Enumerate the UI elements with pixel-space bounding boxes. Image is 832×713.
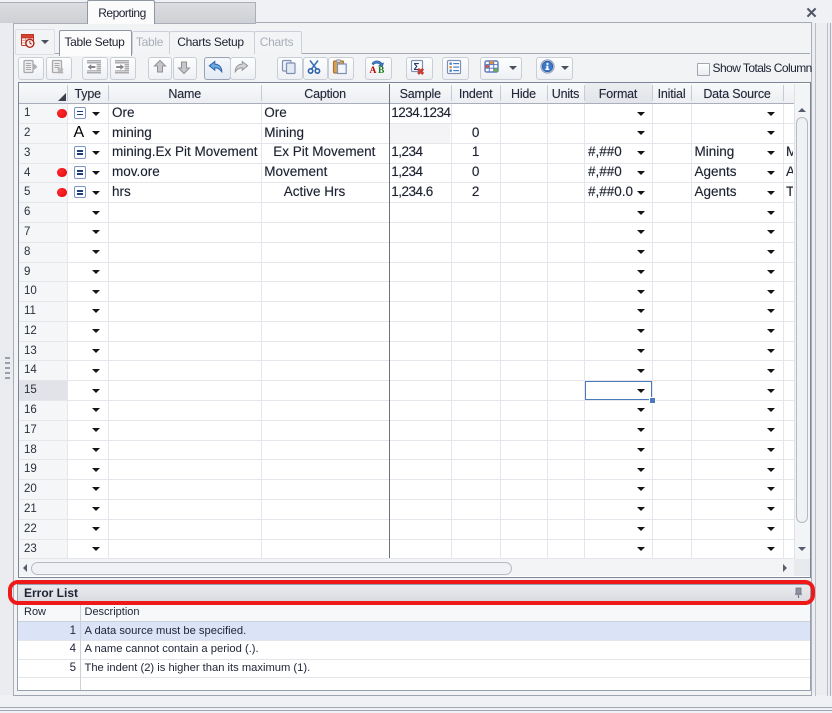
svg-text:A: A [369,66,376,75]
svg-text:B: B [378,66,385,75]
